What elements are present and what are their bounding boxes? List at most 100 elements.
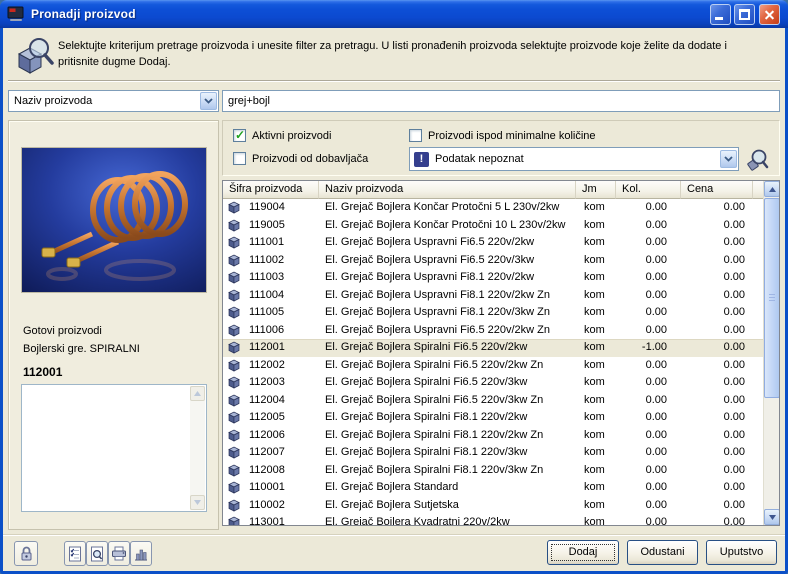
table-row[interactable]: 119005 El. Grejač Bojlera Končar Protočn…	[223, 217, 763, 235]
data-status-select[interactable]: ! Podatak nepoznat	[409, 147, 739, 171]
header-separator	[8, 80, 780, 82]
maximize-button[interactable]	[734, 4, 755, 25]
search-input[interactable]	[222, 90, 780, 112]
cell-filler	[753, 514, 763, 525]
table-row[interactable]: 112007 El. Grejač Bojlera Spiralni Fi8.1…	[223, 444, 763, 462]
product-cube-icon	[228, 446, 240, 459]
cell-jm: kom	[576, 322, 616, 340]
cell-jm: kom	[576, 514, 616, 525]
cell-code: 111002	[223, 252, 319, 270]
cell-jm: kom	[576, 217, 616, 235]
product-cube-icon	[228, 254, 240, 267]
table-row[interactable]: 111001 El. Grejač Bojlera Uspravni Fi6.5…	[223, 234, 763, 252]
table-row[interactable]: 112005 El. Grejač Bojlera Spiralni Fi8.1…	[223, 409, 763, 427]
minimize-button[interactable]	[710, 4, 731, 25]
titlebar[interactable]: Pronadji proizvod	[0, 0, 788, 28]
checklist-button[interactable]	[64, 541, 86, 566]
cell-filler	[753, 497, 763, 515]
chart-button[interactable]	[130, 541, 152, 566]
table-row[interactable]: 111004 El. Grejač Bojlera Uspravni Fi8.1…	[223, 287, 763, 305]
product-cube-icon	[228, 464, 240, 477]
cell-kol: 0.00	[616, 322, 681, 340]
cell-cena: 0.00	[681, 427, 753, 445]
product-cube-icon	[228, 376, 240, 389]
cell-name: El. Grejač Bojlera Spiralni Fi6.5 220v/2…	[319, 357, 576, 375]
product-note-textarea[interactable]	[21, 384, 207, 512]
scrollbar-thumb[interactable]	[764, 198, 780, 398]
cell-filler	[753, 462, 763, 480]
table-row[interactable]: 111005 El. Grejač Bojlera Uspravni Fi8.1…	[223, 304, 763, 322]
checkbox-supplier-box[interactable]	[233, 152, 246, 165]
table-scrollbar[interactable]	[763, 181, 779, 525]
checkbox-supplier[interactable]: Proizvodi od dobavljača	[233, 152, 368, 165]
cell-name: El. Grejač Bojlera Spiralni Fi6.5 220v/2…	[319, 339, 576, 357]
chevron-down-icon[interactable]	[200, 92, 217, 110]
scroll-up-icon[interactable]	[764, 181, 780, 197]
cell-cena: 0.00	[681, 392, 753, 410]
preview-button[interactable]	[86, 541, 108, 566]
table-row[interactable]: 111006 El. Grejač Bojlera Uspravni Fi6.5…	[223, 322, 763, 340]
cell-name: El. Grejač Bojlera Spiralni Fi6.5 220v/3…	[319, 374, 576, 392]
scroll-down-icon[interactable]	[190, 495, 205, 510]
col-header-naziv[interactable]: Naziv proizvoda	[319, 181, 576, 199]
table-row[interactable]: 112004 El. Grejač Bojlera Spiralni Fi6.5…	[223, 392, 763, 410]
cell-cena: 0.00	[681, 409, 753, 427]
close-button[interactable]	[759, 4, 780, 25]
scroll-up-icon[interactable]	[190, 386, 205, 401]
table-row[interactable]: 110002 El. Grejač Bojlera Sutjetska kom …	[223, 497, 763, 515]
product-cube-icon	[228, 499, 240, 512]
cell-jm: kom	[576, 199, 616, 217]
table-row[interactable]: 112006 El. Grejač Bojlera Spiralni Fi8.1…	[223, 427, 763, 445]
product-preview-panel: Gotovi proizvodi Bojlerski gre. SPIRALNI…	[8, 120, 219, 530]
scroll-down-icon[interactable]	[764, 509, 780, 525]
table-row[interactable]: 112008 El. Grejač Bojlera Spiralni Fi8.1…	[223, 462, 763, 480]
table-row[interactable]: 110001 El. Grejač Bojlera Standard kom 0…	[223, 479, 763, 497]
table-row[interactable]: 112001 El. Grejač Bojlera Spiralni Fi6.5…	[223, 339, 763, 357]
cell-name: El. Grejač Bojlera Spiralni Fi6.5 220v/3…	[319, 392, 576, 410]
cell-code: 112006	[223, 427, 319, 445]
cell-filler	[753, 409, 763, 427]
cell-kol: 0.00	[616, 427, 681, 445]
table-row[interactable]: 112002 El. Grejač Bojlera Spiralni Fi6.5…	[223, 357, 763, 375]
dialog-window: Pronadji proizvod Selektujte kriterijum …	[0, 0, 788, 574]
cell-kol: 0.00	[616, 392, 681, 410]
col-header-jm[interactable]: Jm	[576, 181, 616, 199]
cell-name: El. Grejač Bojlera Uspravni Fi6.5 220v/3…	[319, 252, 576, 270]
find-magnifier-icon[interactable]	[747, 149, 769, 171]
cell-kol: -1.00	[616, 339, 681, 357]
checkbox-active-label: Aktivni proizvodi	[252, 130, 331, 142]
col-header-sifra[interactable]: Šifra proizvoda	[223, 181, 319, 199]
lock-button[interactable]	[14, 541, 38, 566]
cell-code: 112007	[223, 444, 319, 462]
table-row[interactable]: 119004 El. Grejač Bojlera Končar Protočn…	[223, 199, 763, 217]
uputstvo-button[interactable]: Uputstvo	[706, 540, 777, 565]
table-row[interactable]: 113001 El. Grejač Bojlera Kvadratni 220v…	[223, 514, 763, 525]
cell-code: 112002	[223, 357, 319, 375]
footer-separator	[3, 534, 785, 536]
cell-kol: 0.00	[616, 497, 681, 515]
table-row[interactable]: 111003 El. Grejač Bojlera Uspravni Fi8.1…	[223, 269, 763, 287]
checkbox-minimum[interactable]: Proizvodi ispod minimalne količine	[409, 129, 596, 142]
print-icon	[111, 546, 127, 561]
cell-kol: 0.00	[616, 252, 681, 270]
cell-name: El. Grejač Bojlera Uspravni Fi8.1 220v/2…	[319, 269, 576, 287]
note-scrollbar[interactable]	[190, 386, 205, 510]
checkbox-active[interactable]: Aktivni proizvodi	[233, 129, 331, 142]
checkbox-active-box[interactable]	[233, 129, 246, 142]
print-button[interactable]	[108, 541, 130, 566]
col-header-kol[interactable]: Kol.	[616, 181, 681, 199]
odustani-button[interactable]: Odustani	[627, 540, 698, 565]
col-header-cena[interactable]: Cena	[681, 181, 753, 199]
cell-filler	[753, 322, 763, 340]
cell-jm: kom	[576, 444, 616, 462]
dodaj-button[interactable]: Dodaj	[547, 540, 619, 565]
cell-filler	[753, 374, 763, 392]
cell-name: El. Grejač Bojlera Uspravni Fi6.5 220v/2…	[319, 234, 576, 252]
chevron-down-icon[interactable]	[720, 150, 737, 168]
table-row[interactable]: 111002 El. Grejač Bojlera Uspravni Fi6.5…	[223, 252, 763, 270]
cell-code: 112001	[223, 339, 319, 357]
cell-kol: 0.00	[616, 199, 681, 217]
checkbox-minimum-box[interactable]	[409, 129, 422, 142]
criterion-select[interactable]: Naziv proizvoda	[8, 90, 219, 112]
table-row[interactable]: 112003 El. Grejač Bojlera Spiralni Fi6.5…	[223, 374, 763, 392]
